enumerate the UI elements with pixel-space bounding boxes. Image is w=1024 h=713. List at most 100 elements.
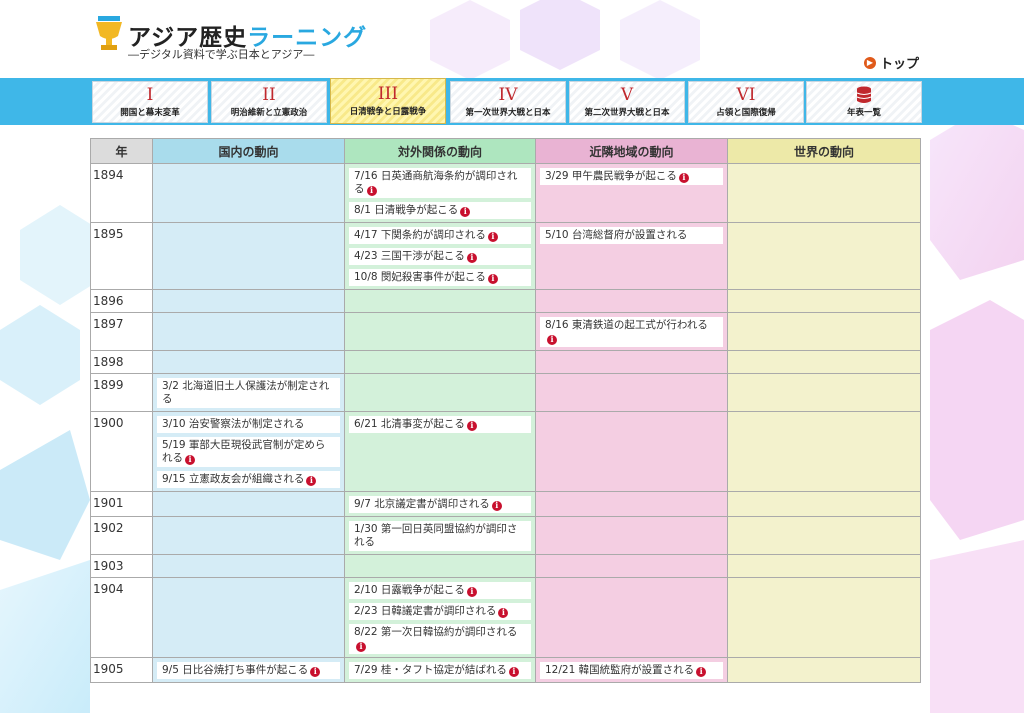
event-text: 4/17 下関条約が調印される — [354, 229, 486, 241]
event-item[interactable]: 9/7 北京議定書が調印される i — [349, 496, 531, 513]
event-text: 8/16 東清鉄道の起工式が行われる — [545, 319, 708, 331]
database-icon — [856, 86, 872, 103]
nav-item-3[interactable]: III 日清戦争と日露戦争 — [330, 78, 446, 124]
neighbor-cell — [535, 350, 728, 374]
info-icon[interactable]: i — [498, 607, 509, 618]
info-icon[interactable]: i — [487, 273, 498, 284]
domestic-cell: 9/5 日比谷焼打ち事件が起こる i — [152, 657, 345, 683]
foreign-cell: 6/21 北清事変が起こる i — [344, 411, 536, 492]
info-icon[interactable]: i — [310, 666, 321, 677]
neighbor-cell: 3/29 甲午農民戦争が起こる i — [535, 163, 728, 223]
domestic-cell — [152, 554, 345, 578]
event-item[interactable]: 5/10 台湾総督府が設置される — [540, 227, 723, 244]
domestic-cell: 3/10 治安警察法が制定される 5/19 軍部大臣現役武官制が定められる i 9/1… — [152, 411, 345, 492]
year-cell: 1903 — [90, 554, 153, 578]
event-text: 8/22 第一次日韓協約が調印される — [354, 626, 518, 638]
nav-item-1[interactable]: I 開国と幕末変革 — [92, 81, 208, 123]
neighbor-cell — [535, 411, 728, 492]
domestic-cell — [152, 163, 345, 223]
nav-item-5[interactable]: V 第二次世界大戦と日本 — [569, 81, 685, 123]
event-item[interactable]: 2/23 日韓議定書が調印される i — [349, 603, 531, 620]
domestic-cell — [152, 516, 345, 555]
info-icon[interactable]: i — [356, 641, 366, 652]
event-item[interactable]: 10/8 閔妃殺害事件が起こる i — [349, 269, 531, 286]
year-cell: 1898 — [90, 350, 153, 374]
event-text: 4/23 三国干渉が起こる — [354, 250, 465, 262]
table-row: 1901 9/7 北京議定書が調印される i — [90, 491, 921, 517]
nav-item-4[interactable]: IV 第一次世界大戦と日本 — [450, 81, 566, 123]
event-item[interactable]: 7/29 桂・タフト協定が結ばれる i — [349, 662, 531, 679]
nav-item-7[interactable]: 年表一覧 — [806, 81, 922, 123]
event-text: 6/21 北清事変が起こる — [354, 418, 465, 430]
nav-item-number: V — [620, 85, 634, 105]
info-icon[interactable]: i — [508, 666, 519, 677]
domestic-cell — [152, 289, 345, 313]
table-row: 1896 — [90, 289, 921, 313]
event-item[interactable]: 12/21 韓国統監府が設置される i — [540, 662, 723, 679]
world-cell — [727, 350, 921, 374]
event-item[interactable]: 2/10 日露戦争が起こる i — [349, 582, 531, 599]
event-item[interactable]: 7/16 日英通商航海条約が調印される i — [349, 168, 531, 198]
site-header: アジア歴史ラーニング ―デジタル資料で学ぶ日本とアジア― ▶ トップ — [0, 0, 1024, 78]
top-page-link[interactable]: ▶ トップ — [864, 53, 919, 72]
info-icon[interactable]: i — [366, 185, 377, 196]
site-logo[interactable]: アジア歴史ラーニング ―デジタル資料で学ぶ日本とアジア― — [92, 12, 366, 62]
world-cell — [727, 554, 921, 578]
foreign-cell: 9/7 北京議定書が調印される i — [344, 491, 536, 517]
nav-item-label: 明治維新と立憲政治 — [230, 108, 308, 118]
event-item[interactable]: 9/5 日比谷焼打ち事件が起こる i — [157, 662, 340, 679]
info-icon[interactable]: i — [185, 454, 195, 465]
neighbor-cell — [535, 289, 728, 313]
event-item[interactable]: 5/19 軍部大臣現役武官制が定められる i — [157, 437, 340, 467]
info-icon[interactable]: i — [487, 231, 498, 242]
event-text: 5/10 台湾総督府が設置される — [545, 229, 688, 241]
event-text: 2/23 日韓議定書が調印される — [354, 605, 497, 617]
foreign-cell — [344, 289, 536, 313]
event-item[interactable]: 8/22 第一次日韓協約が調印される i — [349, 624, 531, 654]
table-row: 1900 3/10 治安警察法が制定される 5/19 軍部大臣現役武官制が定められる… — [90, 411, 921, 492]
world-cell — [727, 289, 921, 313]
world-cell — [727, 222, 921, 290]
event-item[interactable]: 3/2 北海道旧土人保護法が制定される — [157, 378, 340, 408]
event-item[interactable]: 3/10 治安警察法が制定される — [157, 416, 340, 433]
event-text: 3/29 甲午農民戦争が起こる — [545, 170, 677, 182]
year-cell: 1902 — [90, 516, 153, 555]
event-item[interactable]: 8/16 東清鉄道の起工式が行われる i — [540, 317, 723, 347]
foreign-cell: 2/10 日露戦争が起こる i 2/23 日韓議定書が調印される i 8/22 第一次日… — [344, 577, 536, 658]
event-text: 7/29 桂・タフト協定が結ばれる — [354, 664, 507, 676]
foreign-cell: 7/29 桂・タフト協定が結ばれる i — [344, 657, 536, 683]
period-nav: I 開国と幕末変革 II 明治維新と立憲政治 III 日清戦争と日露戦争 IV 第一次世界大戦… — [0, 78, 1024, 125]
event-item[interactable]: 4/23 三国干渉が起こる i — [349, 248, 531, 265]
info-icon[interactable]: i — [306, 475, 317, 486]
info-icon[interactable]: i — [466, 420, 477, 431]
info-icon[interactable]: i — [466, 586, 477, 597]
neighbor-cell: 12/21 韓国統監府が設置される i — [535, 657, 728, 683]
info-icon[interactable]: i — [491, 500, 502, 511]
event-text: 3/2 北海道旧土人保護法が制定される — [162, 380, 330, 405]
foreign-cell — [344, 373, 536, 412]
neighbor-cell: 8/16 東清鉄道の起工式が行われる i — [535, 312, 728, 351]
info-icon[interactable]: i — [696, 666, 707, 677]
event-item[interactable]: 6/21 北清事変が起こる i — [349, 416, 531, 433]
info-icon[interactable]: i — [547, 334, 557, 345]
year-cell: 1895 — [90, 222, 153, 290]
event-item[interactable]: 8/1 日清戦争が起こる i — [349, 202, 531, 219]
header-domestic: 国内の動向 — [152, 138, 345, 164]
info-icon[interactable]: i — [460, 206, 471, 217]
event-text: 8/1 日清戦争が起こる — [354, 204, 459, 216]
year-cell: 1896 — [90, 289, 153, 313]
nav-item-label: 第二次世界大戦と日本 — [584, 108, 670, 118]
neighbor-cell — [535, 577, 728, 658]
event-item[interactable]: 3/29 甲午農民戦争が起こる i — [540, 168, 723, 185]
event-item[interactable]: 4/17 下関条約が調印される i — [349, 227, 531, 244]
year-cell: 1904 — [90, 577, 153, 658]
info-icon[interactable]: i — [466, 252, 477, 263]
table-row: 1897 8/16 東清鉄道の起工式が行われる i — [90, 312, 921, 351]
nav-item-6[interactable]: VI 占領と国際復帰 — [688, 81, 804, 123]
event-item[interactable]: 1/30 第一回日英同盟協約が調印される — [349, 521, 531, 551]
world-cell — [727, 577, 921, 658]
nav-item-2[interactable]: II 明治維新と立憲政治 — [211, 81, 327, 123]
event-item[interactable]: 9/15 立憲政友会が組織される i — [157, 471, 340, 488]
info-icon[interactable]: i — [678, 172, 689, 183]
foreign-cell — [344, 312, 536, 351]
